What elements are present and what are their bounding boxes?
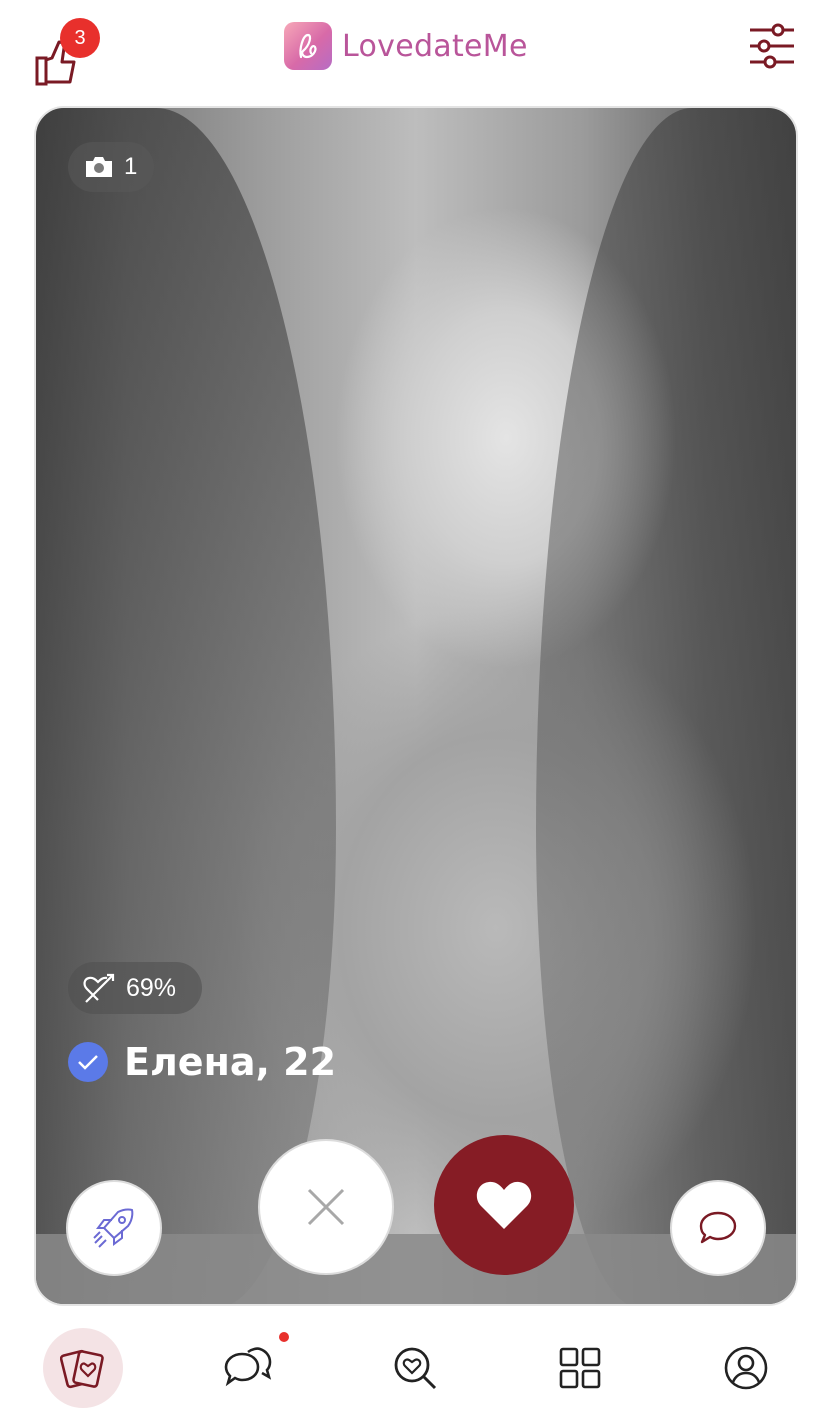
like-button[interactable] (434, 1135, 574, 1275)
match-percent-pill: 69% (68, 962, 202, 1014)
chats-notification-dot (279, 1332, 289, 1342)
profile-name-age: Елена, 22 (124, 1040, 337, 1084)
camera-icon (86, 157, 112, 177)
chats-icon (224, 1347, 272, 1387)
search-heart-icon (394, 1347, 437, 1390)
bottom-nav (0, 1320, 828, 1415)
cards-heart-icon (60, 1349, 104, 1389)
heart-icon (476, 1181, 532, 1229)
nav-item-search[interactable] (375, 1328, 455, 1408)
photo-count: 1 (124, 153, 138, 180)
likes-count-badge: 3 (60, 18, 100, 58)
nav-item-chats[interactable] (208, 1328, 289, 1408)
logo-mark-icon (284, 22, 332, 70)
grid-icon (559, 1347, 601, 1389)
profile-card[interactable]: 1 69% Елена, 22 (34, 106, 798, 1306)
app-logo: LovedateMe (284, 22, 528, 70)
profile-icon (724, 1346, 768, 1390)
dislike-button[interactable] (258, 1139, 394, 1275)
likes-button[interactable]: 3 (30, 18, 102, 86)
filter-button[interactable] (748, 22, 796, 70)
photo-count-pill: 1 (68, 142, 154, 192)
message-button[interactable] (670, 1180, 766, 1276)
profile-photo-shade-left (36, 108, 336, 1304)
rocket-icon (93, 1208, 134, 1248)
close-icon (307, 1188, 345, 1226)
verified-badge-icon (68, 1042, 108, 1082)
chat-bubble-icon (699, 1211, 737, 1244)
nav-item-profile[interactable] (706, 1328, 786, 1408)
profile-name-row: Елена, 22 (68, 1040, 336, 1084)
profile-photo-shade-right (536, 108, 796, 1304)
app-name: LovedateMe (342, 28, 528, 64)
top-bar: 3 LovedateMe (0, 0, 828, 100)
nav-item-cards[interactable] (43, 1328, 123, 1408)
heart-arrow-icon (83, 973, 115, 1003)
sliders-icon (750, 23, 794, 69)
boost-button[interactable] (66, 1180, 162, 1276)
nav-item-grid[interactable] (540, 1328, 620, 1408)
match-percent: 69% (126, 973, 177, 1002)
